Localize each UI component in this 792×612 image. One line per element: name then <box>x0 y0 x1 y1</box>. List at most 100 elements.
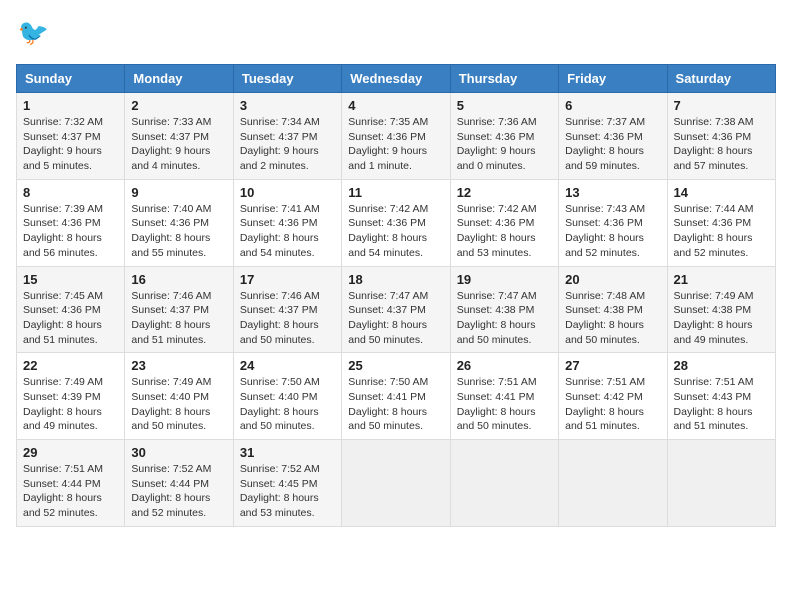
day-number: 25 <box>348 358 443 373</box>
day-info: Sunrise: 7:49 AM Sunset: 4:38 PM Dayligh… <box>674 289 769 348</box>
day-cell: 26 Sunrise: 7:51 AM Sunset: 4:41 PM Dayl… <box>450 353 558 440</box>
day-number: 26 <box>457 358 552 373</box>
day-info: Sunrise: 7:41 AM Sunset: 4:36 PM Dayligh… <box>240 202 335 261</box>
day-number: 5 <box>457 98 552 113</box>
day-info: Sunrise: 7:51 AM Sunset: 4:42 PM Dayligh… <box>565 375 660 434</box>
day-number: 16 <box>131 272 226 287</box>
day-number: 9 <box>131 185 226 200</box>
col-header-thursday: Thursday <box>450 65 558 93</box>
day-number: 30 <box>131 445 226 460</box>
day-number: 4 <box>348 98 443 113</box>
day-info: Sunrise: 7:50 AM Sunset: 4:40 PM Dayligh… <box>240 375 335 434</box>
day-cell: 5 Sunrise: 7:36 AM Sunset: 4:36 PM Dayli… <box>450 93 558 180</box>
day-info: Sunrise: 7:45 AM Sunset: 4:36 PM Dayligh… <box>23 289 118 348</box>
day-cell: 19 Sunrise: 7:47 AM Sunset: 4:38 PM Dayl… <box>450 266 558 353</box>
day-info: Sunrise: 7:48 AM Sunset: 4:38 PM Dayligh… <box>565 289 660 348</box>
day-number: 15 <box>23 272 118 287</box>
week-row-1: 1 Sunrise: 7:32 AM Sunset: 4:37 PM Dayli… <box>17 93 776 180</box>
day-cell: 9 Sunrise: 7:40 AM Sunset: 4:36 PM Dayli… <box>125 179 233 266</box>
day-number: 18 <box>348 272 443 287</box>
day-cell: 23 Sunrise: 7:49 AM Sunset: 4:40 PM Dayl… <box>125 353 233 440</box>
day-number: 29 <box>23 445 118 460</box>
day-number: 19 <box>457 272 552 287</box>
calendar-table: SundayMondayTuesdayWednesdayThursdayFrid… <box>16 64 776 527</box>
day-cell <box>342 440 450 527</box>
week-row-5: 29 Sunrise: 7:51 AM Sunset: 4:44 PM Dayl… <box>17 440 776 527</box>
day-cell: 7 Sunrise: 7:38 AM Sunset: 4:36 PM Dayli… <box>667 93 775 180</box>
day-info: Sunrise: 7:49 AM Sunset: 4:40 PM Dayligh… <box>131 375 226 434</box>
day-info: Sunrise: 7:44 AM Sunset: 4:36 PM Dayligh… <box>674 202 769 261</box>
day-number: 11 <box>348 185 443 200</box>
day-info: Sunrise: 7:39 AM Sunset: 4:36 PM Dayligh… <box>23 202 118 261</box>
day-info: Sunrise: 7:47 AM Sunset: 4:37 PM Dayligh… <box>348 289 443 348</box>
day-info: Sunrise: 7:46 AM Sunset: 4:37 PM Dayligh… <box>240 289 335 348</box>
day-info: Sunrise: 7:50 AM Sunset: 4:41 PM Dayligh… <box>348 375 443 434</box>
header: 🐦 <box>16 16 776 52</box>
day-cell: 20 Sunrise: 7:48 AM Sunset: 4:38 PM Dayl… <box>559 266 667 353</box>
day-number: 23 <box>131 358 226 373</box>
col-header-tuesday: Tuesday <box>233 65 341 93</box>
day-number: 1 <box>23 98 118 113</box>
day-number: 22 <box>23 358 118 373</box>
day-cell <box>667 440 775 527</box>
day-cell: 17 Sunrise: 7:46 AM Sunset: 4:37 PM Dayl… <box>233 266 341 353</box>
day-cell: 1 Sunrise: 7:32 AM Sunset: 4:37 PM Dayli… <box>17 93 125 180</box>
day-info: Sunrise: 7:51 AM Sunset: 4:44 PM Dayligh… <box>23 462 118 521</box>
day-info: Sunrise: 7:46 AM Sunset: 4:37 PM Dayligh… <box>131 289 226 348</box>
day-number: 21 <box>674 272 769 287</box>
col-header-friday: Friday <box>559 65 667 93</box>
day-number: 13 <box>565 185 660 200</box>
day-cell: 24 Sunrise: 7:50 AM Sunset: 4:40 PM Dayl… <box>233 353 341 440</box>
day-cell: 6 Sunrise: 7:37 AM Sunset: 4:36 PM Dayli… <box>559 93 667 180</box>
col-header-wednesday: Wednesday <box>342 65 450 93</box>
day-cell <box>559 440 667 527</box>
day-cell: 15 Sunrise: 7:45 AM Sunset: 4:36 PM Dayl… <box>17 266 125 353</box>
day-cell: 30 Sunrise: 7:52 AM Sunset: 4:44 PM Dayl… <box>125 440 233 527</box>
week-row-3: 15 Sunrise: 7:45 AM Sunset: 4:36 PM Dayl… <box>17 266 776 353</box>
day-cell: 25 Sunrise: 7:50 AM Sunset: 4:41 PM Dayl… <box>342 353 450 440</box>
day-number: 6 <box>565 98 660 113</box>
day-cell: 10 Sunrise: 7:41 AM Sunset: 4:36 PM Dayl… <box>233 179 341 266</box>
day-cell: 12 Sunrise: 7:42 AM Sunset: 4:36 PM Dayl… <box>450 179 558 266</box>
day-info: Sunrise: 7:37 AM Sunset: 4:36 PM Dayligh… <box>565 115 660 174</box>
day-info: Sunrise: 7:42 AM Sunset: 4:36 PM Dayligh… <box>348 202 443 261</box>
day-cell: 8 Sunrise: 7:39 AM Sunset: 4:36 PM Dayli… <box>17 179 125 266</box>
day-cell: 18 Sunrise: 7:47 AM Sunset: 4:37 PM Dayl… <box>342 266 450 353</box>
day-number: 2 <box>131 98 226 113</box>
day-cell <box>450 440 558 527</box>
week-row-4: 22 Sunrise: 7:49 AM Sunset: 4:39 PM Dayl… <box>17 353 776 440</box>
day-cell: 2 Sunrise: 7:33 AM Sunset: 4:37 PM Dayli… <box>125 93 233 180</box>
day-info: Sunrise: 7:38 AM Sunset: 4:36 PM Dayligh… <box>674 115 769 174</box>
col-header-monday: Monday <box>125 65 233 93</box>
day-number: 8 <box>23 185 118 200</box>
logo: 🐦 <box>16 16 56 52</box>
day-number: 12 <box>457 185 552 200</box>
col-header-saturday: Saturday <box>667 65 775 93</box>
header-row: SundayMondayTuesdayWednesdayThursdayFrid… <box>17 65 776 93</box>
day-cell: 13 Sunrise: 7:43 AM Sunset: 4:36 PM Dayl… <box>559 179 667 266</box>
day-info: Sunrise: 7:51 AM Sunset: 4:41 PM Dayligh… <box>457 375 552 434</box>
day-cell: 14 Sunrise: 7:44 AM Sunset: 4:36 PM Dayl… <box>667 179 775 266</box>
day-info: Sunrise: 7:35 AM Sunset: 4:36 PM Dayligh… <box>348 115 443 174</box>
day-info: Sunrise: 7:40 AM Sunset: 4:36 PM Dayligh… <box>131 202 226 261</box>
col-header-sunday: Sunday <box>17 65 125 93</box>
day-info: Sunrise: 7:47 AM Sunset: 4:38 PM Dayligh… <box>457 289 552 348</box>
day-info: Sunrise: 7:32 AM Sunset: 4:37 PM Dayligh… <box>23 115 118 174</box>
day-cell: 31 Sunrise: 7:52 AM Sunset: 4:45 PM Dayl… <box>233 440 341 527</box>
day-cell: 3 Sunrise: 7:34 AM Sunset: 4:37 PM Dayli… <box>233 93 341 180</box>
day-info: Sunrise: 7:36 AM Sunset: 4:36 PM Dayligh… <box>457 115 552 174</box>
day-cell: 22 Sunrise: 7:49 AM Sunset: 4:39 PM Dayl… <box>17 353 125 440</box>
day-cell: 16 Sunrise: 7:46 AM Sunset: 4:37 PM Dayl… <box>125 266 233 353</box>
logo-icon: 🐦 <box>16 16 52 52</box>
day-info: Sunrise: 7:43 AM Sunset: 4:36 PM Dayligh… <box>565 202 660 261</box>
day-number: 17 <box>240 272 335 287</box>
day-number: 14 <box>674 185 769 200</box>
day-number: 24 <box>240 358 335 373</box>
day-info: Sunrise: 7:49 AM Sunset: 4:39 PM Dayligh… <box>23 375 118 434</box>
day-number: 3 <box>240 98 335 113</box>
day-info: Sunrise: 7:52 AM Sunset: 4:45 PM Dayligh… <box>240 462 335 521</box>
day-number: 28 <box>674 358 769 373</box>
day-number: 7 <box>674 98 769 113</box>
day-info: Sunrise: 7:34 AM Sunset: 4:37 PM Dayligh… <box>240 115 335 174</box>
day-info: Sunrise: 7:42 AM Sunset: 4:36 PM Dayligh… <box>457 202 552 261</box>
